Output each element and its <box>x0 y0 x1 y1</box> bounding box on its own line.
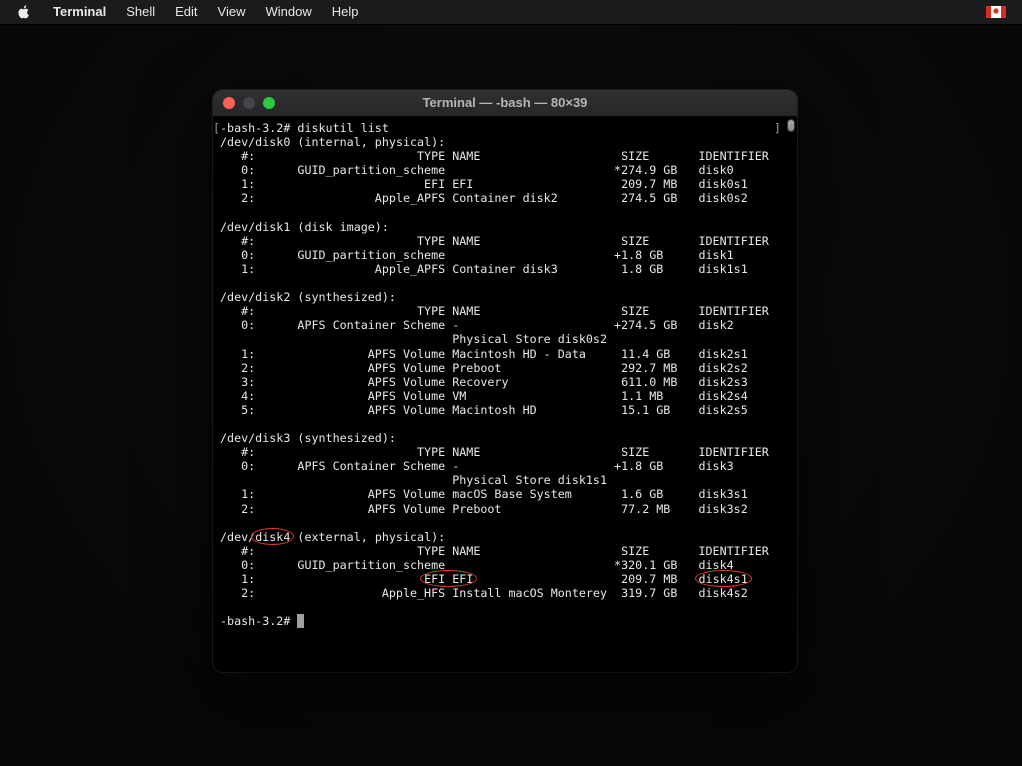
terminal-line <box>220 516 783 530</box>
terminal-content[interactable]: [-bash-3.2# diskutil list]/dev/disk0 (in… <box>213 117 797 672</box>
window-title-bar[interactable]: Terminal — -bash — 80×39 <box>213 90 797 117</box>
terminal-line: #: TYPE NAME SIZE IDENTIFIER <box>220 304 783 318</box>
menu-items: ShellEditViewWindowHelp <box>116 0 368 24</box>
terminal-line: 0: GUID_partition_scheme *320.1 GB disk4 <box>220 558 783 572</box>
minimize-button[interactable] <box>243 97 255 109</box>
scroll-mark-right: ] <box>774 121 781 135</box>
terminal-line: 4: APFS Volume VM 1.1 MB disk2s4 <box>220 389 783 403</box>
terminal-line: Physical Store disk1s1 <box>220 473 783 487</box>
apple-menu-icon[interactable] <box>18 4 31 20</box>
scrollbar-thumb[interactable] <box>787 119 795 132</box>
window-title: Terminal — -bash — 80×39 <box>213 90 797 116</box>
menu-item-window[interactable]: Window <box>256 0 322 24</box>
terminal-line: Physical Store disk0s2 <box>220 332 783 346</box>
terminal-line: 2: APFS Volume Preboot 292.7 MB disk2s2 <box>220 361 783 375</box>
terminal-line: 5: APFS Volume Macintosh HD 15.1 GB disk… <box>220 403 783 417</box>
desktop: Terminal ShellEditViewWindowHelp Termina… <box>0 0 1022 25</box>
annotation-circle: EFI EFI <box>424 572 473 586</box>
terminal-line: #: TYPE NAME SIZE IDENTIFIER <box>220 544 783 558</box>
terminal-cursor <box>297 614 304 628</box>
terminal-line: 0: APFS Container Scheme - +1.8 GB disk3 <box>220 459 783 473</box>
scroll-mark-left: [ <box>213 121 220 135</box>
terminal-line: /dev/disk0 (internal, physical): <box>220 135 783 149</box>
traffic-lights <box>223 97 275 109</box>
terminal-line: #: TYPE NAME SIZE IDENTIFIER <box>220 234 783 248</box>
menu-item-edit[interactable]: Edit <box>165 0 207 24</box>
terminal-line: /dev/disk2 (synthesized): <box>220 290 783 304</box>
menu-item-shell[interactable]: Shell <box>116 0 165 24</box>
scrollbar[interactable] <box>785 118 796 672</box>
terminal-line: 2: APFS Volume Preboot 77.2 MB disk3s2 <box>220 502 783 516</box>
menu-bar: Terminal ShellEditViewWindowHelp <box>0 0 1022 25</box>
zoom-button[interactable] <box>263 97 275 109</box>
terminal-line: 1: EFI EFI 209.7 MB disk4s1 <box>220 572 783 586</box>
terminal-line: [-bash-3.2# diskutil list] <box>220 121 783 135</box>
terminal-line: 0: GUID_partition_scheme +1.8 GB disk1 <box>220 248 783 262</box>
terminal-line <box>220 417 783 431</box>
terminal-line: 0: APFS Container Scheme - +274.5 GB dis… <box>220 318 783 332</box>
terminal-line: 1: Apple_APFS Container disk3 1.8 GB dis… <box>220 262 783 276</box>
terminal-line <box>220 600 783 614</box>
menu-item-view[interactable]: View <box>208 0 256 24</box>
terminal-line: /dev/disk3 (synthesized): <box>220 431 783 445</box>
menu-item-terminal[interactable]: Terminal <box>43 0 116 24</box>
terminal-line: 1: APFS Volume Macintosh HD - Data 11.4 … <box>220 347 783 361</box>
annotation-circle: disk4 <box>255 530 290 544</box>
terminal-line: /dev/disk4 (external, physical): <box>220 530 783 544</box>
close-button[interactable] <box>223 97 235 109</box>
terminal-window: Terminal — -bash — 80×39 [-bash-3.2# dis… <box>213 90 797 672</box>
terminal-line: 1: EFI EFI 209.7 MB disk0s1 <box>220 177 783 191</box>
terminal-line: #: TYPE NAME SIZE IDENTIFIER <box>220 445 783 459</box>
terminal-line: #: TYPE NAME SIZE IDENTIFIER <box>220 149 783 163</box>
terminal-line: -bash-3.2# <box>220 614 783 628</box>
terminal-line: 2: Apple_APFS Container disk2 274.5 GB d… <box>220 191 783 205</box>
terminal-line: 2: Apple_HFS Install macOS Monterey 319.… <box>220 586 783 600</box>
annotation-circle: disk4s1 <box>699 572 748 586</box>
terminal-line <box>220 276 783 290</box>
input-source-canada-flag-icon[interactable] <box>986 6 1006 18</box>
terminal-line <box>220 206 783 220</box>
terminal-line: /dev/disk1 (disk image): <box>220 220 783 234</box>
menu-item-help[interactable]: Help <box>322 0 369 24</box>
terminal-output: [-bash-3.2# diskutil list]/dev/disk0 (in… <box>220 121 783 628</box>
terminal-line: 1: APFS Volume macOS Base System 1.6 GB … <box>220 487 783 501</box>
terminal-line: 3: APFS Volume Recovery 611.0 MB disk2s3 <box>220 375 783 389</box>
terminal-line: 0: GUID_partition_scheme *274.9 GB disk0 <box>220 163 783 177</box>
